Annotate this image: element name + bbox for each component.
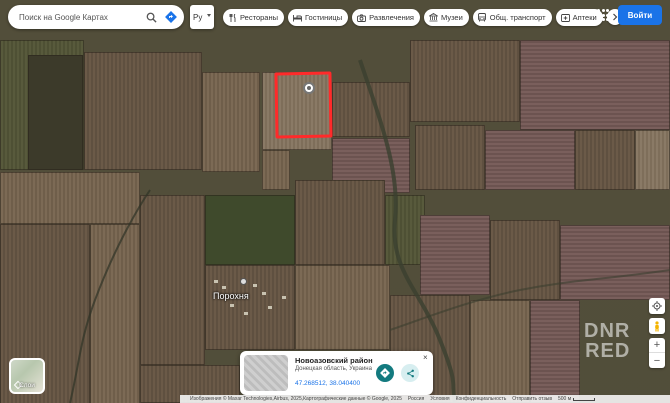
ravine-line — [69, 59, 670, 403]
chip-transit[interactable]: Общ. транспорт — [472, 9, 552, 26]
layers-button[interactable]: Слои — [9, 358, 45, 394]
chip-pharmacies[interactable]: Аптеки — [555, 9, 603, 26]
directions-icon — [380, 368, 390, 378]
location-pin-icon[interactable] — [303, 82, 315, 94]
language-value: Ру — [193, 12, 203, 22]
map-scale[interactable]: 500 м — [557, 396, 596, 402]
chip-label: Рестораны — [240, 13, 278, 22]
place-info-card[interactable]: Новоазовский район Донецкая область, Укр… — [240, 351, 433, 395]
pegman-icon — [655, 320, 659, 331]
my-location-icon — [652, 301, 662, 311]
zoom-in-button[interactable]: + — [649, 338, 665, 353]
chip-entertainment[interactable]: Развлечения — [352, 9, 420, 26]
bed-icon — [293, 13, 302, 22]
chip-restaurants[interactable]: Рестораны — [223, 9, 284, 26]
share-icon — [406, 369, 414, 377]
my-location-button[interactable] — [649, 298, 665, 314]
place-thumbnail[interactable] — [244, 355, 288, 391]
map-controls: + − — [649, 298, 665, 368]
chip-label: Музеи — [441, 13, 463, 22]
chip-label: Общ. транспорт — [489, 13, 546, 22]
chip-hotels[interactable]: Гостиницы — [288, 9, 349, 26]
signin-button[interactable]: Войти — [618, 5, 662, 25]
chip-label: Развлечения — [369, 13, 414, 22]
place-subtitle: Донецкая область, Украина — [295, 366, 372, 372]
layers-label: Слои — [19, 382, 35, 389]
pharmacy-icon — [560, 13, 570, 22]
close-icon[interactable]: × — [423, 354, 428, 362]
share-button[interactable] — [401, 364, 419, 382]
map-attribution: Изображения © Maxar Technologies,Airbus,… — [190, 396, 402, 402]
zoom-out-button[interactable]: − — [649, 353, 665, 368]
watermark-line1: DNR — [584, 320, 631, 342]
scale-label: 500 м — [557, 396, 572, 402]
bus-icon — [478, 13, 487, 22]
footer-link-privacy[interactable]: Конфиденциальность — [456, 396, 507, 402]
directions-button[interactable] — [376, 364, 394, 382]
village-label[interactable]: Порохня — [213, 291, 249, 301]
street-view-button[interactable] — [649, 318, 665, 334]
map-footer: Изображения © Maxar Technologies,Airbus,… — [180, 395, 670, 403]
village-marker-icon[interactable] — [240, 278, 247, 285]
chip-label: Гостиницы — [305, 13, 343, 22]
search-input[interactable]: Поиск на Google Картах — [19, 13, 141, 22]
search-icon[interactable] — [141, 7, 161, 27]
footer-link-terms[interactable]: Условия — [430, 396, 449, 402]
footer-link-feedback[interactable]: Отправить отзыв — [512, 396, 552, 402]
camera-icon — [357, 13, 367, 22]
chevron-down-icon — [207, 14, 211, 17]
search-box[interactable]: Поиск на Google Картах — [8, 5, 184, 29]
directions-icon[interactable] — [161, 7, 181, 27]
chip-museums[interactable]: Музеи — [424, 9, 469, 26]
watermark: DNR RED — [584, 321, 630, 361]
watermark-line2: RED — [585, 340, 631, 362]
place-title[interactable]: Новоазовский район — [295, 356, 373, 365]
footer-link-country[interactable]: Россия — [408, 396, 424, 402]
museum-icon — [429, 13, 438, 22]
chip-label: Аптеки — [572, 13, 597, 22]
satellite-map[interactable]: Порохня DNR RED — [0, 0, 670, 403]
zoom-controls: + − — [649, 338, 665, 368]
place-coordinates[interactable]: 47.268512, 38.040400 — [295, 380, 360, 387]
marked-area-outline — [274, 71, 333, 139]
language-select[interactable]: Ру — [190, 5, 214, 29]
fork-knife-icon — [228, 13, 237, 22]
chevron-right-icon — [612, 13, 618, 21]
google-apps-icon[interactable] — [597, 9, 609, 21]
scale-bar — [573, 397, 596, 401]
category-chips: Рестораны Гостиницы Развлечения Музеи Об… — [223, 9, 623, 26]
